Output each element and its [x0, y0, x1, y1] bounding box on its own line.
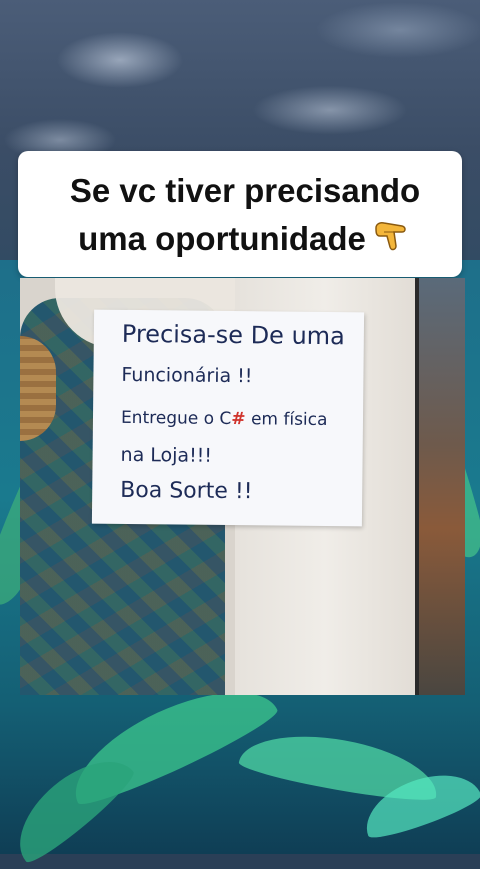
- handwritten-sign: Precisa-se De uma Funcionária !! Entregu…: [91, 309, 365, 527]
- caption-line-2: uma oportunidade: [78, 220, 366, 257]
- shop-window-photo: Precisa-se De uma Funcionária !! Entregu…: [20, 278, 465, 695]
- sign-line-5: Boa Sorte !!: [120, 477, 253, 505]
- sign-line-4: na Loja!!!: [120, 443, 213, 467]
- sign-hash-symbol: #: [231, 409, 246, 430]
- sign-line-3: Entregue o C# em física: [121, 408, 328, 430]
- sign-line-1: Precisa-se De uma: [121, 319, 345, 351]
- sign-line-3-start: Entregue o C: [120, 407, 232, 430]
- window-frame: [415, 278, 419, 695]
- sign-line-2: Funcionária !!: [121, 363, 253, 388]
- sign-line-3-end: em física: [245, 409, 328, 431]
- caption-text: Se vc tiver precisando uma oportunidade: [40, 167, 450, 263]
- caption-card: Se vc tiver precisando uma oportunidade: [18, 151, 462, 277]
- caption-line-1: Se vc tiver precisando: [69, 172, 421, 209]
- pointing-down-hand-icon: [375, 222, 406, 251]
- window-reflection: [415, 278, 465, 695]
